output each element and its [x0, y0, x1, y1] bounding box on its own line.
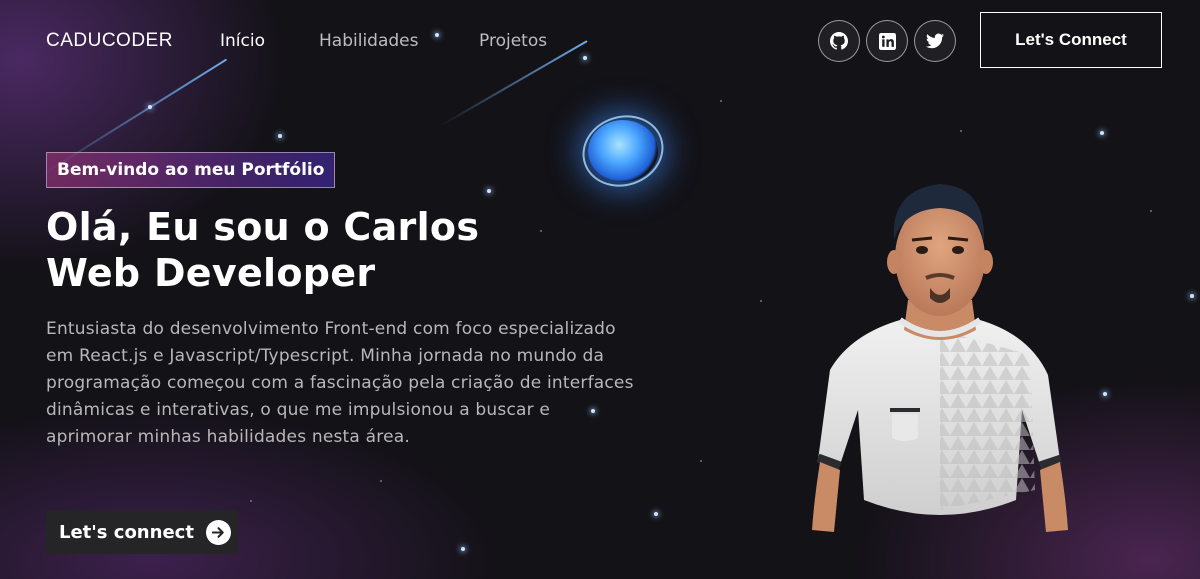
intro-line: programação começou com a fascinação pel…: [46, 373, 634, 393]
star: [960, 130, 962, 132]
hero-headline: Olá, Eu sou o Carlos Web Developer: [46, 204, 479, 296]
lets-connect-cta-button[interactable]: Let's connect: [46, 510, 238, 554]
navbar: CADUCODER Início Habilidades Projetos Le…: [0, 0, 1200, 80]
star: [720, 100, 722, 102]
logo[interactable]: CADUCODER: [46, 30, 173, 52]
headline-line-2: Web Developer: [46, 251, 376, 295]
linkedin-link[interactable]: [866, 20, 908, 62]
star: [148, 105, 152, 109]
twitter-icon: [926, 33, 944, 49]
star: [1190, 294, 1194, 298]
intro-line: Entusiasta do desenvolvimento Front-end …: [46, 319, 616, 339]
intro-line: em React.js e Javascript/Typescript. Min…: [46, 346, 605, 366]
star: [654, 512, 658, 516]
linkedin-icon: [878, 32, 896, 50]
welcome-tagline: Bem-vindo ao meu Portfólio: [46, 152, 336, 188]
star: [380, 480, 382, 482]
nav-link-inicio[interactable]: Início: [220, 31, 265, 51]
star: [1150, 210, 1152, 212]
star: [1103, 392, 1107, 396]
star: [487, 189, 491, 193]
headline-line-1: Olá, Eu sou o Carlos: [46, 205, 480, 249]
github-link[interactable]: [818, 20, 860, 62]
star: [700, 460, 702, 462]
planet-orb: [588, 120, 658, 182]
star: [278, 134, 282, 138]
intro-line: aprimorar minhas habilidades nesta área.: [46, 427, 410, 447]
arrow-right-circle-icon: [205, 519, 231, 545]
star: [250, 500, 252, 502]
intro-paragraph: Entusiasta do desenvolvimento Front-end …: [46, 316, 676, 451]
lets-connect-button[interactable]: Let's Connect: [980, 12, 1162, 68]
nav-link-habilidades[interactable]: Habilidades: [319, 31, 418, 51]
intro-line: dinâmicas e interativas, o que me impuls…: [46, 400, 551, 420]
star: [540, 230, 542, 232]
star: [461, 547, 465, 551]
star: [760, 300, 762, 302]
star: [1100, 131, 1104, 135]
github-icon: [830, 32, 848, 50]
nav-link-projetos[interactable]: Projetos: [479, 31, 547, 51]
avatar-illustration: [812, 184, 1068, 532]
twitter-link[interactable]: [914, 20, 956, 62]
cta-label: Let's connect: [59, 521, 194, 543]
